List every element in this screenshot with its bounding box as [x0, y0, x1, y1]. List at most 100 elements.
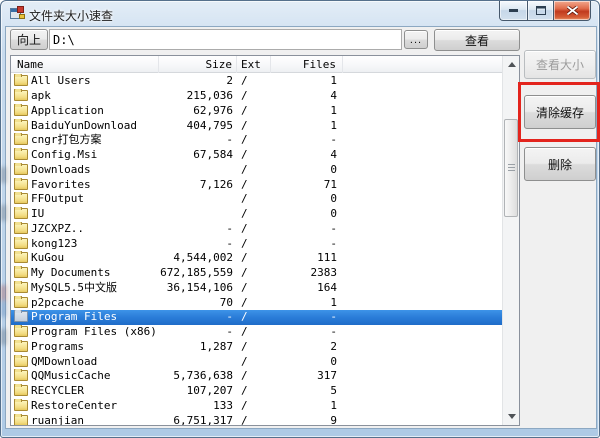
folder-size: 404,795 [186, 118, 233, 132]
list-item[interactable]: My Documents 672,185,559 / 2383 [11, 266, 502, 281]
folder-size: 133 [213, 398, 233, 412]
folder-files: - [330, 133, 337, 147]
list-item[interactable]: RECYCLER 107,207 / 5 [11, 384, 502, 399]
folder-name: Config.Msi [31, 148, 98, 162]
folder-icon [14, 177, 28, 190]
list-item[interactable]: QMDownload / 0 [11, 354, 502, 369]
folder-name-cell: kong123 [11, 236, 159, 251]
close-button[interactable] [554, 1, 591, 21]
folder-name: All Users [31, 74, 91, 88]
folder-files: 0 [330, 207, 337, 221]
list-item[interactable]: Application 62,976 / 1 [11, 103, 502, 119]
delete-button[interactable]: 删除 [524, 147, 596, 181]
folder-name-cell: KuGou [11, 251, 159, 265]
folder-icon [14, 103, 28, 116]
folder-ext: / [241, 207, 248, 221]
folder-ext: / [241, 177, 248, 191]
folder-files: 1 [330, 118, 337, 132]
folder-ext: / [241, 221, 248, 235]
close-icon [566, 6, 578, 15]
folder-ext: / [241, 398, 248, 412]
folder-files: - [330, 236, 337, 250]
list-item[interactable]: All Users 2 / 1 [11, 74, 502, 89]
list-item[interactable]: KuGou 4,544,002 / 111 [11, 251, 502, 266]
view-button[interactable]: 查看 [434, 29, 520, 51]
window-title: 文件夹大小速查 [29, 9, 114, 23]
folder-ext: / [241, 384, 248, 398]
folder-name: QQMusicCache [31, 369, 111, 383]
list-item[interactable]: RestoreCenter 133 / 1 [11, 398, 502, 414]
column-header-ext[interactable]: Ext [237, 56, 271, 73]
folder-name-cell: cngr打包方案 [11, 133, 159, 147]
minimize-button[interactable] [499, 1, 527, 21]
folder-name-cell: RECYCLER [11, 384, 159, 398]
list-item[interactable]: apk 215,036 / 4 [11, 89, 502, 104]
folder-icon [14, 236, 28, 249]
column-header-blank [343, 56, 502, 73]
list-item[interactable]: MySQL5.5中文版 36,154,106 / 164 [11, 280, 502, 296]
folder-ext: / [241, 339, 248, 353]
up-button[interactable]: 向上 [10, 29, 48, 50]
folder-name: QMDownload [31, 354, 98, 368]
folder-name: RestoreCenter [31, 398, 118, 412]
column-header-files[interactable]: Files [271, 56, 343, 73]
folder-name: p2pcache [31, 295, 84, 309]
folder-ext: / [241, 74, 248, 88]
vertical-scrollbar[interactable] [502, 56, 519, 425]
folder-ext: / [241, 310, 248, 324]
list-item[interactable]: p2pcache 70 / 1 [11, 295, 502, 310]
list-item[interactable]: Config.Msi 67,584 / 4 [11, 148, 502, 163]
folder-size: 70 [219, 295, 233, 309]
column-header-name[interactable]: Name [11, 56, 159, 73]
list-item[interactable]: Favorites 7,126 / 71 [11, 177, 502, 192]
folder-files: 1 [330, 295, 337, 309]
path-input[interactable] [49, 29, 402, 50]
app-icon-detail [17, 6, 24, 13]
list-item[interactable]: QQMusicCache 5,736,638 / 317 [11, 369, 502, 384]
list-item[interactable]: JZCXPZ.. - / - [11, 221, 502, 237]
folder-name: cngr打包方案 [31, 133, 102, 147]
browse-button[interactable]: ... [404, 30, 428, 49]
page-curl-artifact [1, 285, 6, 301]
list-item[interactable]: cngr打包方案 - / - [11, 133, 502, 148]
list-item[interactable]: Programs 1,287 / 2 [11, 339, 502, 355]
list-item[interactable]: BaiduYunDownload 404,795 / 1 [11, 118, 502, 133]
folder-ext: / [241, 162, 248, 176]
list-item[interactable]: IU / 0 [11, 207, 502, 222]
folder-ext: / [241, 148, 248, 162]
folder-files: 1 [330, 398, 337, 412]
folder-icon [14, 251, 28, 264]
list-item[interactable]: kong123 - / - [11, 236, 502, 251]
folder-name: Downloads [31, 162, 91, 176]
folder-name: MySQL5.5中文版 [31, 280, 117, 294]
folder-icon [14, 398, 28, 411]
folder-size: 2 [226, 74, 233, 88]
list-item[interactable]: Program Files - / - [11, 310, 502, 325]
folder-size: 215,036 [186, 89, 233, 103]
list-item[interactable]: ruanjian 6,751,317 / 9 [11, 413, 502, 425]
folder-size: - [226, 236, 233, 250]
list-item[interactable]: Program Files (x86) - / - [11, 325, 502, 340]
scrollbar-thumb[interactable] [504, 119, 518, 217]
scroll-down-button[interactable] [503, 408, 520, 425]
folder-name-cell: Favorites [11, 177, 159, 192]
view-size-button[interactable]: 查看大小 [524, 50, 596, 79]
list-item[interactable]: FFOutput / 0 [11, 192, 502, 207]
scroll-up-button[interactable] [503, 56, 520, 73]
folder-icon [14, 89, 28, 102]
list-item[interactable]: Downloads / 0 [11, 162, 502, 178]
folder-ext: / [241, 118, 248, 132]
folder-files: 2383 [310, 266, 338, 280]
maximize-button[interactable] [527, 1, 554, 21]
folder-size: 107,207 [186, 384, 233, 398]
folder-name: BaiduYunDownload [31, 118, 137, 132]
folder-ext: / [241, 236, 248, 250]
folder-ext: / [241, 103, 248, 117]
column-header-size[interactable]: Size [159, 56, 237, 73]
window-controls [499, 1, 591, 21]
folder-files: 317 [317, 369, 337, 383]
folder-name: apk [31, 89, 51, 103]
app-icon-detail [19, 14, 25, 19]
folder-icon [14, 162, 28, 175]
folder-ext: / [241, 280, 248, 294]
